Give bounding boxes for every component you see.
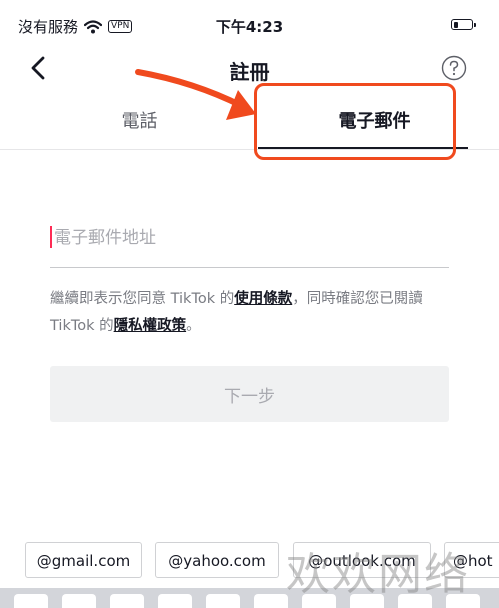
keyboard-key[interactable] <box>302 594 336 608</box>
status-time: 下午4:23 <box>215 18 284 36</box>
text-caret <box>50 226 52 248</box>
terms-of-use-link[interactable]: 使用條款 <box>234 291 292 307</box>
page-title: 註冊 <box>229 60 270 84</box>
domain-chip-yahoo[interactable]: @yahoo.com <box>155 542 279 578</box>
keyboard-key[interactable] <box>398 594 432 608</box>
next-button[interactable]: 下一步 <box>50 366 449 422</box>
tab-phone[interactable]: 電話 <box>15 96 264 148</box>
terms-text-part-1: 繼續即表示您同意 TikTok 的 <box>50 291 235 307</box>
question-circle-icon <box>441 55 467 81</box>
keyboard-key[interactable] <box>350 594 384 608</box>
battery-level <box>453 21 459 28</box>
keyboard-key[interactable] <box>158 594 192 608</box>
domain-chip-outlook[interactable]: @outlook.com <box>293 542 431 578</box>
keyboard-key[interactable] <box>62 594 96 608</box>
signup-tabs: 電話 電子郵件 <box>0 96 499 148</box>
status-bar: 沒有服務 VPN 下午4:23 <box>0 0 499 46</box>
privacy-policy-link[interactable]: 隱私權政策 <box>114 318 187 334</box>
keyboard-key[interactable] <box>254 594 288 608</box>
keyboard-key[interactable] <box>110 594 144 608</box>
tabs-divider <box>0 149 499 150</box>
email-field-row <box>50 218 449 268</box>
keyboard <box>0 588 499 608</box>
keyboard-key[interactable] <box>446 594 480 608</box>
terms-text-part-3: 。 <box>186 318 201 334</box>
email-field-underline <box>50 267 449 268</box>
keyboard-key[interactable] <box>14 594 48 608</box>
terms-text: 繼續即表示您同意 TikTok 的使用條款，同時確認您已閱讀 TikTok 的隱… <box>50 286 450 340</box>
help-button[interactable] <box>440 54 468 82</box>
keyboard-key[interactable] <box>206 594 240 608</box>
battery-cap <box>474 23 476 27</box>
domain-chip-hotmail[interactable]: @hot <box>444 542 499 578</box>
battery-icon <box>451 19 476 30</box>
email-domain-suggestions: @gmail.com @yahoo.com @outlook.com @hot <box>0 533 499 585</box>
domain-chip-gmail[interactable]: @gmail.com <box>25 542 142 578</box>
nav-bar: 註冊 <box>0 46 499 90</box>
email-field[interactable] <box>54 218 434 258</box>
tab-email[interactable]: 電子郵件 <box>250 96 499 148</box>
